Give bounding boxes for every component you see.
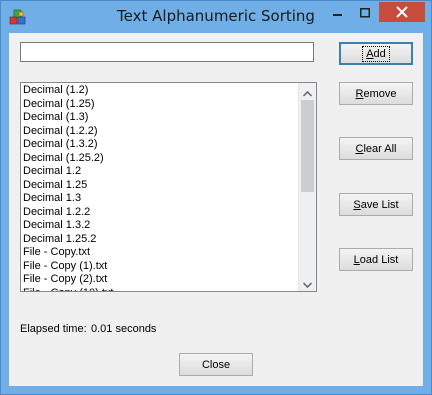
add-button[interactable]: Add	[339, 42, 413, 65]
scroll-down-arrow-icon	[302, 273, 313, 291]
maximize-button[interactable]	[352, 2, 378, 22]
close-icon	[396, 3, 408, 22]
close-window-button[interactable]	[379, 2, 425, 22]
item-text-input[interactable]	[20, 42, 314, 62]
list-item[interactable]: Decimal 1.3	[23, 192, 298, 206]
client-area: Add Decimal (1.2) Decimal (1.25) Decimal (…	[9, 33, 423, 386]
maximize-icon	[360, 3, 370, 22]
scroll-thumb[interactable]	[301, 100, 314, 192]
save-list-button-label: Save List	[353, 198, 399, 211]
list-item[interactable]: Decimal 1.2.2	[23, 206, 298, 220]
scroll-down-button[interactable]	[299, 274, 316, 291]
add-button-label: Add	[362, 45, 390, 62]
save-list-button[interactable]: Save List	[339, 193, 413, 216]
list-item[interactable]: File - Copy (10).txt	[23, 287, 298, 292]
elapsed-time-label: Elapsed time:	[20, 323, 87, 335]
list-item[interactable]: Decimal 1.3.2	[23, 219, 298, 233]
remove-button-label: Remove	[355, 87, 397, 100]
list-item[interactable]: Decimal (1.2.2)	[23, 125, 298, 139]
list-item[interactable]: Decimal (1.25.2)	[23, 152, 298, 166]
list-items: Decimal (1.2) Decimal (1.25) Decimal (1.3)…	[23, 84, 298, 292]
close-button-label: Close	[201, 358, 231, 371]
clear-all-button[interactable]: Clear All	[339, 137, 413, 160]
close-button[interactable]: Close	[179, 353, 253, 376]
remove-button[interactable]: Remove	[339, 82, 413, 105]
list-scrollbar[interactable]	[298, 83, 316, 291]
list-item[interactable]: Decimal (1.3)	[23, 111, 298, 125]
elapsed-time-value: 0.01 seconds	[91, 323, 157, 335]
list-item[interactable]: Decimal 1.25	[23, 179, 298, 193]
list-item[interactable]: Decimal 1.25.2	[23, 233, 298, 247]
list-item[interactable]: Decimal (1.3.2)	[23, 138, 298, 152]
scroll-up-arrow-icon	[302, 83, 313, 101]
load-list-button[interactable]: Load List	[339, 248, 413, 271]
load-list-button-label: Load List	[353, 253, 399, 266]
minimize-button[interactable]	[325, 2, 351, 22]
title-bar[interactable]: Text Alphanumeric Sorting	[1, 1, 431, 33]
scroll-up-button[interactable]	[299, 83, 316, 100]
clear-all-button-label: Clear All	[355, 142, 397, 155]
list-item[interactable]: File - Copy (2).txt	[23, 273, 298, 287]
list-item[interactable]: Decimal (1.25)	[23, 98, 298, 112]
minimize-icon	[333, 3, 343, 22]
list-item[interactable]: File - Copy (1).txt	[23, 260, 298, 274]
list-item[interactable]: Decimal (1.2)	[23, 84, 298, 98]
list-item[interactable]: File - Copy.txt	[23, 246, 298, 260]
list-item[interactable]: Decimal 1.2	[23, 165, 298, 179]
app-window: Text Alphanumeric Sorting Add Decimal (1…	[0, 0, 432, 395]
sorted-list[interactable]: Decimal (1.2) Decimal (1.25) Decimal (1.3)…	[20, 82, 317, 292]
